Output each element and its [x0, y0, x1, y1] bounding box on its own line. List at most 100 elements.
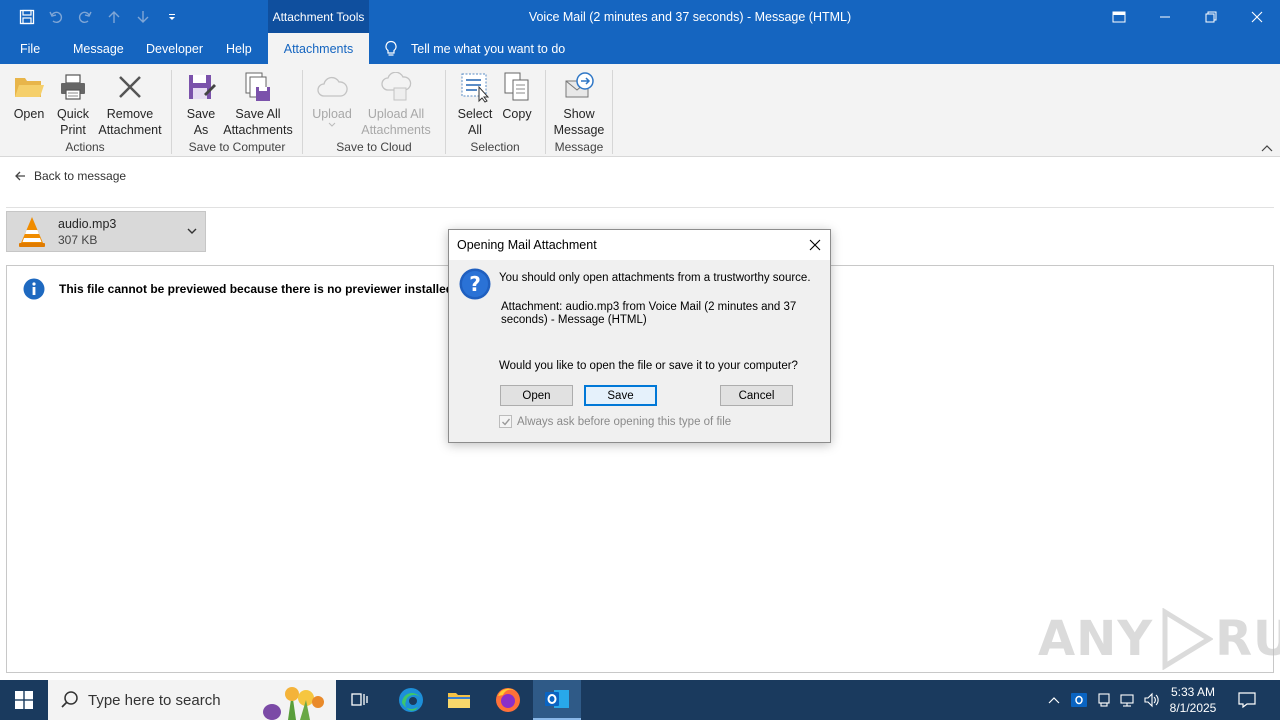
- next-item-icon[interactable]: [130, 4, 155, 29]
- attachment-tools-label: Attachment Tools: [268, 0, 369, 33]
- arrow-left-icon: [15, 171, 25, 181]
- copy-icon: [500, 70, 534, 104]
- cancel-button[interactable]: Cancel: [720, 385, 793, 406]
- dialog-attachment-line-1: Attachment: audio.mp3 from Voice Mail (2…: [501, 301, 797, 313]
- folder-icon: [448, 693, 470, 708]
- search-placeholder: Type here to search: [88, 691, 221, 709]
- open-button[interactable]: Open: [12, 70, 46, 122]
- checkbox-checked-icon: [499, 415, 512, 428]
- question-icon: ?: [459, 268, 491, 300]
- taskbar-file-explorer[interactable]: [435, 680, 483, 720]
- attachment-size: 307 KB: [58, 232, 98, 247]
- tray-network[interactable]: [1116, 680, 1138, 720]
- taskbar: Type here to search 5:33 AM 8/1/2025: [0, 680, 1280, 720]
- printer-icon: [56, 70, 90, 104]
- save-all-attachments-button[interactable]: Save All Attachments: [222, 70, 294, 138]
- taskbar-clock[interactable]: 5:33 AM 8/1/2025: [1160, 684, 1226, 716]
- group-label-save-to-computer: Save to Computer: [188, 140, 286, 154]
- task-view-icon: [351, 693, 368, 706]
- tray-outlook[interactable]: [1068, 680, 1090, 720]
- save-button[interactable]: Save: [584, 385, 657, 406]
- back-to-message-link[interactable]: Back to message: [14, 166, 126, 186]
- taskbar-search-box[interactable]: Type here to search: [48, 680, 336, 720]
- start-button[interactable]: [0, 680, 48, 720]
- group-label-actions: Actions: [65, 140, 105, 154]
- tray-volume[interactable]: [1140, 680, 1162, 720]
- firefox-icon: [496, 688, 520, 712]
- info-icon: [23, 278, 45, 300]
- back-link-label: Back to message: [34, 169, 127, 183]
- tell-me-text: Tell me what you want to do: [411, 41, 566, 56]
- always-ask-label: Always ask before opening this type of f…: [517, 415, 732, 428]
- minimize-icon[interactable]: [1142, 0, 1188, 33]
- search-highlight-flowers-icon: [263, 687, 324, 720]
- dialog-close-icon[interactable]: [804, 234, 826, 256]
- group-separator: [612, 70, 613, 154]
- quick-access-toolbar: [14, 0, 184, 33]
- previous-item-icon[interactable]: [101, 4, 126, 29]
- close-icon[interactable]: [1234, 0, 1280, 33]
- opening-mail-attachment-dialog: Opening Mail Attachment ? You should onl…: [448, 229, 831, 443]
- upload-button[interactable]: Upload: [310, 70, 354, 128]
- preview-notice: This file cannot be previewed because th…: [23, 278, 486, 300]
- taskbar-firefox[interactable]: [484, 680, 532, 720]
- save-as-button[interactable]: Save As: [184, 70, 218, 138]
- restore-icon[interactable]: [1188, 0, 1234, 33]
- save-as-icon: [184, 70, 218, 104]
- save-icon[interactable]: [14, 4, 39, 29]
- tab-help[interactable]: Help: [226, 33, 252, 64]
- customize-qat-icon[interactable]: [159, 4, 184, 29]
- taskbar-outlook[interactable]: [533, 680, 581, 720]
- remove-x-icon: [113, 70, 147, 104]
- tray-network-device[interactable]: [1093, 680, 1115, 720]
- outlook-tray-icon: [1071, 693, 1087, 707]
- windows-logo-icon: [15, 691, 33, 709]
- edge-icon: [399, 688, 423, 712]
- anyrun-watermark: ANY RUN: [1038, 608, 1280, 670]
- group-label-save-to-cloud: Save to Cloud: [336, 140, 412, 154]
- device-icon: [1098, 693, 1110, 707]
- title-bar: Attachment Tools Voice Mail (2 minutes a…: [0, 0, 1280, 33]
- divider: [6, 207, 1274, 208]
- ribbon-display-options-icon[interactable]: [1096, 0, 1142, 33]
- dialog-warning: You should only open attachments from a …: [499, 272, 811, 284]
- outlook-icon: [545, 690, 569, 708]
- upload-all-attachments-button[interactable]: Upload All Attachments: [354, 70, 438, 138]
- tab-attachments[interactable]: Attachments: [268, 33, 369, 64]
- copy-button[interactable]: Copy: [500, 70, 534, 122]
- notification-icon: [1238, 692, 1256, 708]
- cloud-upload-all-icon: [379, 70, 413, 104]
- show-message-button[interactable]: Show Message: [554, 70, 604, 138]
- search-icon: [61, 691, 78, 708]
- attachment-chip[interactable]: audio.mp3 307 KB: [6, 211, 206, 252]
- tab-developer[interactable]: Developer: [146, 33, 203, 64]
- cloud-upload-icon: [315, 70, 349, 104]
- chevron-down-icon: [328, 122, 336, 127]
- quick-print-button[interactable]: Quick Print: [55, 70, 91, 138]
- chevron-down-icon[interactable]: [185, 224, 199, 238]
- save-all-icon: [241, 70, 275, 104]
- tell-me-search[interactable]: Tell me what you want to do: [383, 33, 565, 64]
- select-all-icon: [458, 70, 492, 104]
- undo-icon[interactable]: [43, 4, 68, 29]
- remove-attachment-button[interactable]: Remove Attachment: [96, 70, 164, 138]
- task-view-button[interactable]: [336, 680, 384, 720]
- taskbar-edge[interactable]: [387, 680, 435, 720]
- group-separator: [445, 70, 446, 154]
- chevron-up-icon: [1048, 697, 1060, 704]
- group-separator: [545, 70, 546, 154]
- open-button[interactable]: Open: [500, 385, 573, 406]
- redo-icon[interactable]: [72, 4, 97, 29]
- show-message-icon: [562, 70, 596, 104]
- collapse-ribbon-icon[interactable]: [1260, 142, 1274, 154]
- action-center-button[interactable]: [1232, 680, 1262, 720]
- group-separator: [171, 70, 172, 154]
- tab-file[interactable]: File: [20, 33, 40, 64]
- select-all-button[interactable]: Select All: [456, 70, 494, 138]
- tab-message[interactable]: Message: [73, 33, 124, 64]
- show-hidden-icons[interactable]: [1044, 680, 1064, 720]
- network-icon: [1120, 694, 1134, 707]
- preview-notice-text: This file cannot be previewed because th…: [59, 282, 487, 296]
- always-ask-checkbox[interactable]: Always ask before opening this type of f…: [499, 415, 731, 428]
- volume-icon: [1144, 692, 1159, 708]
